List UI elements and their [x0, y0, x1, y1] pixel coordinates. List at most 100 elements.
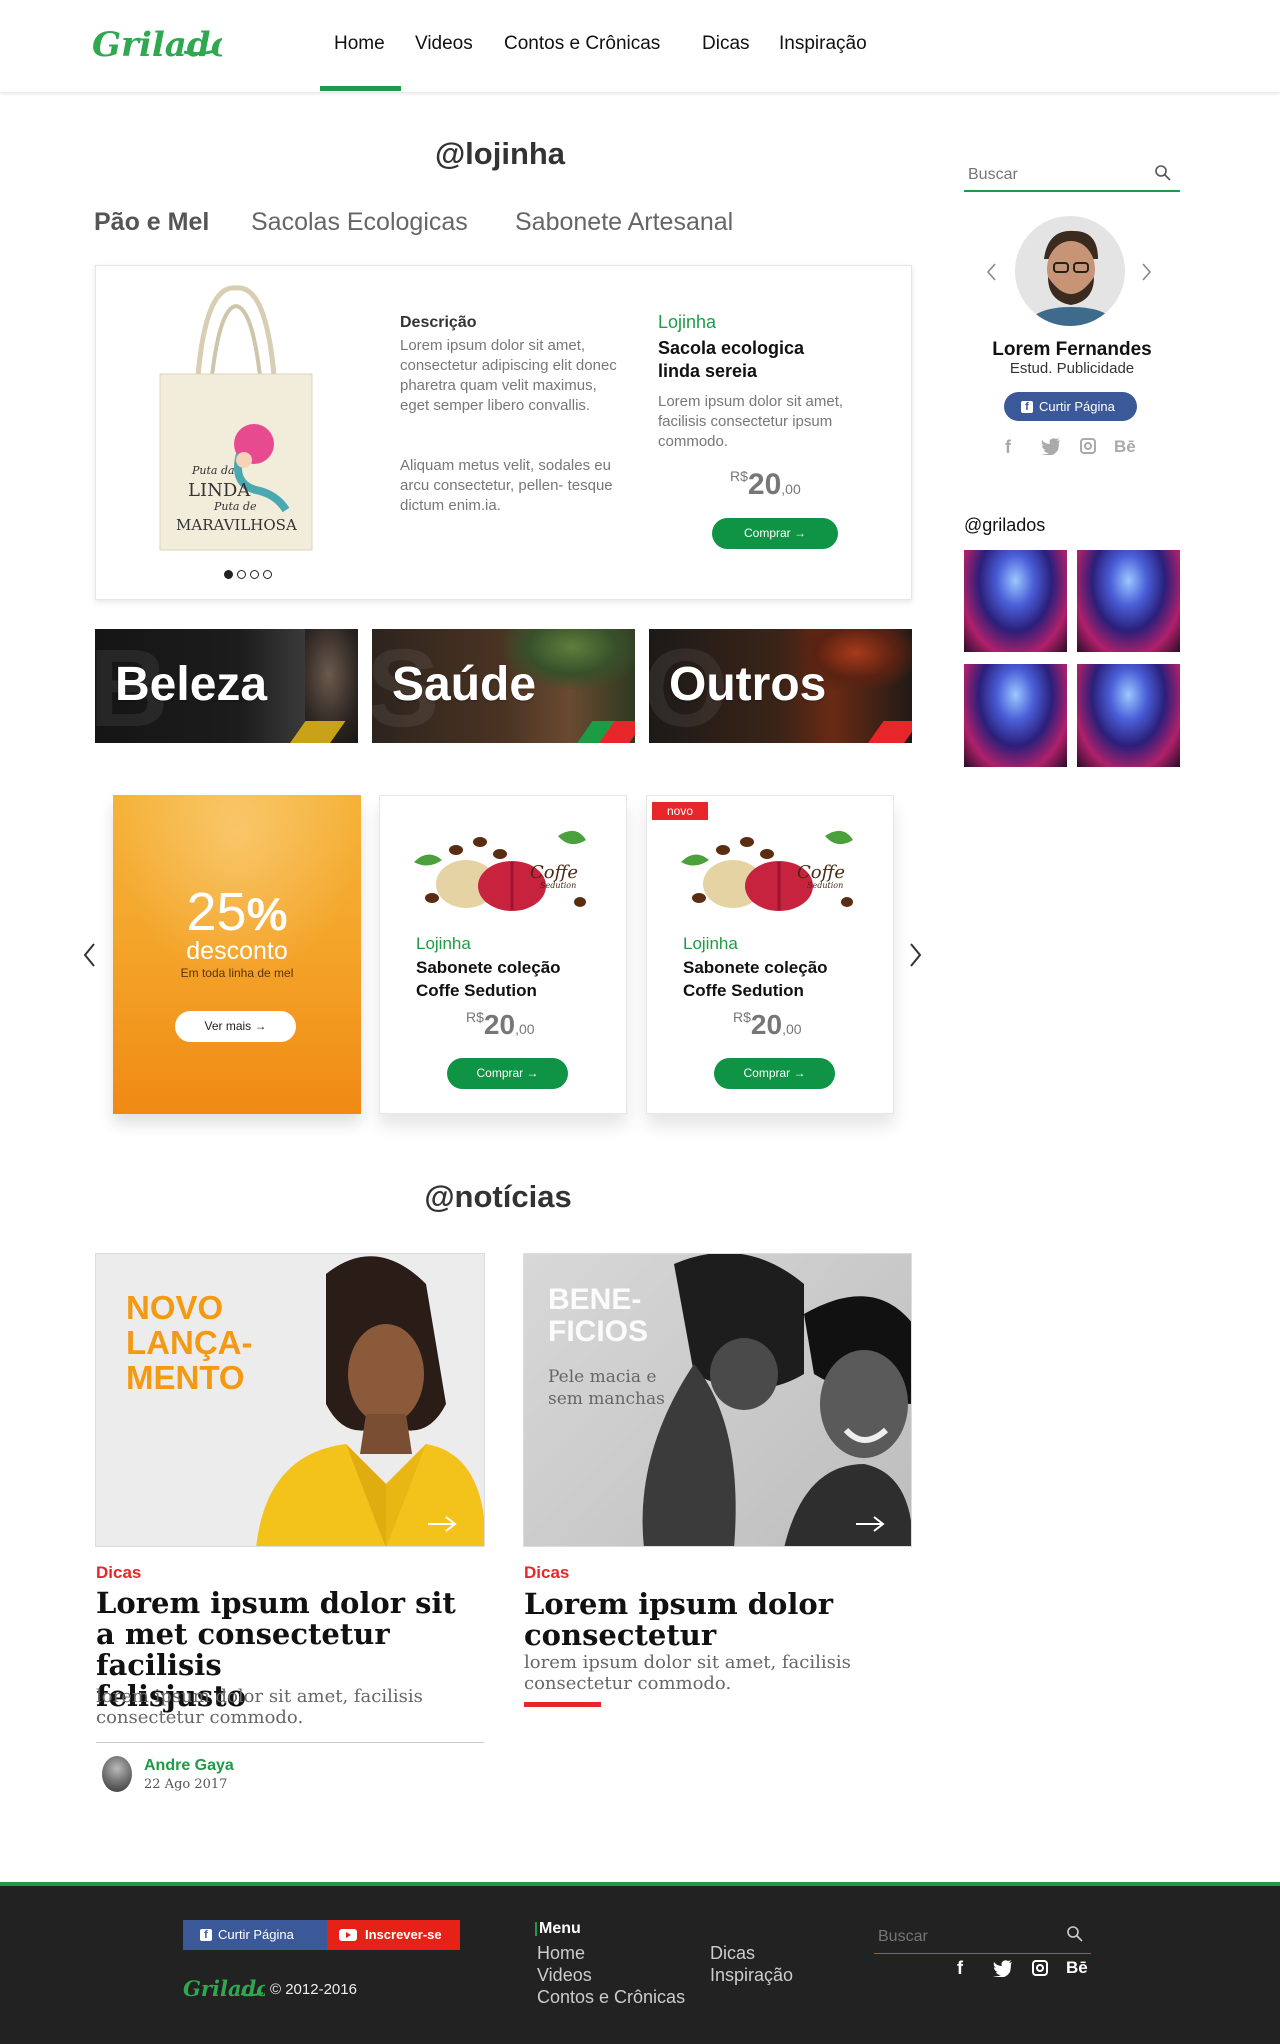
- profile-name: Lorem Fernandes: [992, 339, 1152, 360]
- chevron-left-icon[interactable]: [985, 262, 997, 282]
- sidebar-like-label: Curtir Página: [1039, 399, 1115, 414]
- twitter-icon[interactable]: [1041, 438, 1061, 455]
- product-price: R$20,00: [730, 468, 801, 502]
- post-date: 22 Ago 2017: [144, 1777, 228, 1792]
- product-price: R$20,00: [466, 1009, 535, 1041]
- featured-product-card: Puta da LINDA Puta de MARAVILHOSA Descri…: [95, 265, 912, 600]
- news-title-line: Lorem ipsum dolor sit: [96, 1586, 456, 1620]
- category-saude[interactable]: S Saúde: [372, 629, 635, 743]
- instagram-icon[interactable]: [1032, 1960, 1048, 1976]
- product-store-label[interactable]: Lojinha: [658, 312, 716, 333]
- facebook-icon[interactable]: f: [957, 1958, 963, 1979]
- search-icon[interactable]: [1154, 164, 1172, 182]
- chevron-left-icon[interactable]: [82, 942, 98, 968]
- carousel-dot-4[interactable]: [263, 570, 272, 579]
- tote-print-line-1: Puta da: [191, 464, 235, 477]
- product-card: novo Coffe Sedution Lojinha Sabonete col…: [646, 795, 894, 1114]
- read-more-bar: [524, 1702, 601, 1707]
- news-tag[interactable]: Dicas: [96, 1563, 141, 1583]
- footer-like-button[interactable]: f Curtir Página: [183, 1920, 335, 1950]
- footer-nav-contos-e-cronicas[interactable]: Contos e Crônicas: [537, 1987, 685, 2008]
- arrow-right-icon[interactable]: [854, 1516, 886, 1532]
- buy-button[interactable]: Comprar →: [712, 518, 838, 549]
- nav-dicas[interactable]: Dicas: [702, 33, 750, 55]
- news-image-2[interactable]: BENE- FICIOS Pele macia e sem manchas: [523, 1253, 912, 1547]
- coffee-soap-image: Coffe Sedution: [681, 830, 853, 911]
- promo-see-more-button[interactable]: Ver mais →: [175, 1011, 296, 1042]
- sidebar-search-input[interactable]: [968, 164, 1148, 186]
- news-title[interactable]: Lorem ipsum dolor consectetur: [524, 1589, 924, 1651]
- coffee-brand-script: Coffe: [530, 862, 578, 883]
- price-cents: ,00: [515, 1021, 535, 1037]
- carousel-dots: [224, 570, 284, 582]
- youtube-icon: [339, 1929, 357, 1941]
- price-currency: R$: [730, 468, 748, 484]
- chevron-right-icon[interactable]: [907, 942, 923, 968]
- author-name[interactable]: Andre Gaya: [144, 1757, 234, 1775]
- shop-tab-pao-e-mel[interactable]: Pão e Mel: [94, 208, 209, 237]
- instagram-photo[interactable]: [964, 550, 1067, 652]
- footer-search-input[interactable]: [878, 1926, 1058, 1948]
- price-currency: R$: [733, 1009, 751, 1025]
- footer-nav-dicas[interactable]: Dicas: [710, 1943, 755, 1964]
- news-image-1[interactable]: NOVO LANÇA- MENTO: [95, 1253, 485, 1547]
- category-outros[interactable]: O Outros: [649, 629, 912, 743]
- twitter-icon[interactable]: [993, 1960, 1013, 1977]
- buy-button[interactable]: Comprar →: [714, 1058, 835, 1089]
- nav-videos[interactable]: Videos: [415, 33, 473, 55]
- news-title-line: a met consectetur facilisis: [96, 1617, 390, 1682]
- news-overlay-text: BENE- FICIOS: [548, 1284, 648, 1348]
- coffee-brand-subscript: Sedution: [540, 881, 576, 890]
- sidebar-like-button[interactable]: f Curtir Página: [1004, 392, 1137, 421]
- footer-logo[interactable]: Grilados: [183, 1974, 265, 2004]
- carousel-dot-3[interactable]: [250, 570, 259, 579]
- news-overlay-subtext: Pele macia e sem manchas: [548, 1366, 665, 1410]
- product-store-label[interactable]: Lojinha: [683, 934, 738, 954]
- price-integer: 20: [483, 1009, 516, 1040]
- carousel-dot-1[interactable]: [224, 570, 233, 579]
- instagram-photo[interactable]: [964, 664, 1067, 767]
- carousel-dot-2[interactable]: [237, 570, 246, 579]
- youtube-subscribe-label: Inscrever-se: [365, 1927, 442, 1942]
- promo-percent-sign: %: [246, 888, 288, 940]
- footer-like-label: Curtir Página: [218, 1927, 294, 1942]
- buy-button[interactable]: Comprar →: [447, 1058, 568, 1089]
- nav-home[interactable]: Home: [334, 33, 385, 55]
- description-paragraph-1: Lorem ipsum dolor sit amet, consectetur …: [400, 337, 617, 414]
- site-footer: f Curtir Página Inscrever-se Grilados © …: [0, 1882, 1280, 2044]
- news-overlay-line: LANÇA-: [126, 1324, 253, 1361]
- footer-nav-videos[interactable]: Videos: [537, 1965, 592, 1986]
- product-store-label[interactable]: Lojinha: [416, 934, 471, 954]
- footer-nav-home[interactable]: Home: [537, 1943, 585, 1964]
- news-tag[interactable]: Dicas: [524, 1563, 569, 1583]
- nav-contos-e-cronicas[interactable]: Contos e Crônicas: [504, 33, 660, 55]
- price-cents: ,00: [781, 481, 801, 497]
- behance-icon[interactable]: Bē: [1066, 1958, 1088, 1978]
- chevron-right-icon[interactable]: [1141, 262, 1153, 282]
- instagram-grid: [964, 550, 1180, 767]
- menu-accent: [535, 1922, 537, 1936]
- shop-tab-sacolas-ecologicas[interactable]: Sacolas Ecologicas: [251, 208, 468, 237]
- product-summary: Lorem ipsum dolor sit amet, facilisis co…: [658, 393, 844, 450]
- category-saude-label: Saúde: [392, 658, 537, 711]
- behance-icon[interactable]: Bē: [1114, 437, 1136, 457]
- search-icon[interactable]: [1066, 1925, 1084, 1943]
- profile-avatar: [1015, 216, 1125, 326]
- sidebar-search: [964, 158, 1180, 192]
- instagram-photo[interactable]: [1077, 550, 1180, 652]
- grilados-logo[interactable]: Grilados: [92, 20, 222, 70]
- footer-nav-inspiracao[interactable]: Inspiração: [710, 1965, 793, 1986]
- coffee-brand-script: Coffe: [797, 862, 845, 883]
- facebook-icon[interactable]: f: [1005, 437, 1011, 458]
- news-desc-line: lorem ipsum dolor sit amet, facilisis: [96, 1686, 423, 1707]
- shop-tab-sabonete-artesanal[interactable]: Sabonete Artesanal: [515, 208, 733, 237]
- nav-inspiracao[interactable]: Inspiração: [779, 33, 867, 55]
- news-description: lorem ipsum dolor sit amet, facilisis co…: [524, 1652, 924, 1694]
- tote-print-line-4: MARAVILHOSA: [176, 516, 297, 534]
- youtube-subscribe-button[interactable]: Inscrever-se: [327, 1920, 460, 1950]
- price-integer: 20: [747, 468, 782, 501]
- category-beleza[interactable]: B Beleza: [95, 629, 358, 743]
- instagram-icon[interactable]: [1080, 438, 1096, 454]
- instagram-photo[interactable]: [1077, 664, 1180, 767]
- arrow-right-icon[interactable]: [426, 1516, 458, 1532]
